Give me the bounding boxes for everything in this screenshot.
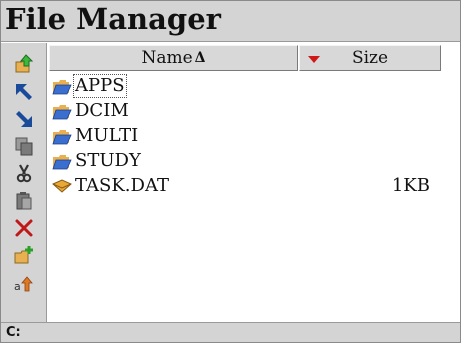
status-bar: C: [1, 322, 460, 342]
window-title: File Manager [5, 2, 221, 36]
svg-text:a: a [14, 280, 21, 293]
list-item-multi[interactable]: MULTI [48, 124, 460, 149]
list-item-study[interactable]: STUDY [48, 149, 460, 174]
folder-icon [52, 80, 72, 95]
file-icon [52, 179, 72, 193]
folder-icon [52, 130, 72, 145]
new-folder-button[interactable] [9, 242, 39, 268]
file-manager-window: File Manager a Name Δ Size APPS DCIM MUL… [0, 0, 461, 343]
copy-icon [15, 137, 33, 156]
column-header-bar: Name Δ Size [48, 43, 460, 73]
list-item-task-dat[interactable]: TASK.DAT 1KB [48, 174, 460, 199]
name-column-label: Name [141, 48, 193, 68]
list-item-apps[interactable]: APPS [48, 74, 460, 99]
title-bar: File Manager [1, 1, 460, 42]
delete-button[interactable] [9, 215, 39, 241]
copy-button[interactable] [9, 133, 39, 159]
list-item-dcim[interactable]: DCIM [48, 99, 460, 124]
name-column-header[interactable]: Name Δ [49, 45, 298, 71]
file-name: STUDY [75, 150, 141, 171]
current-path: C: [6, 325, 21, 340]
size-column-label: Size [351, 48, 389, 68]
new-folder-icon [14, 246, 33, 264]
file-list: APPS DCIM MULTI STUDY TASK.DAT 1KB [48, 73, 460, 322]
folder-up-icon [15, 54, 34, 73]
scroll-top-button[interactable] [9, 79, 39, 105]
paste-button[interactable] [9, 188, 39, 214]
file-size: 1KB [391, 175, 430, 196]
arrow-up-left-icon [16, 84, 32, 100]
cut-button[interactable] [9, 160, 39, 186]
file-name: MULTI [75, 125, 139, 146]
size-column-header[interactable]: Size [299, 45, 441, 71]
file-name: TASK.DAT [75, 175, 169, 196]
up-folder-button[interactable] [9, 51, 39, 77]
file-name: APPS [73, 74, 127, 98]
folder-icon [52, 155, 72, 170]
delete-x-icon [15, 219, 33, 237]
sort-indicator: Δ [194, 50, 206, 66]
rename-icon: a [14, 276, 33, 293]
rename-button[interactable]: a [9, 270, 39, 296]
arrow-down-right-icon [16, 111, 32, 127]
file-name: DCIM [75, 100, 129, 121]
paste-icon [16, 192, 32, 210]
scissors-icon [16, 164, 32, 183]
side-toolbar: a [1, 43, 47, 322]
scroll-bottom-button[interactable] [9, 106, 39, 132]
folder-icon [52, 105, 72, 120]
sort-arrow-icon [308, 56, 320, 63]
